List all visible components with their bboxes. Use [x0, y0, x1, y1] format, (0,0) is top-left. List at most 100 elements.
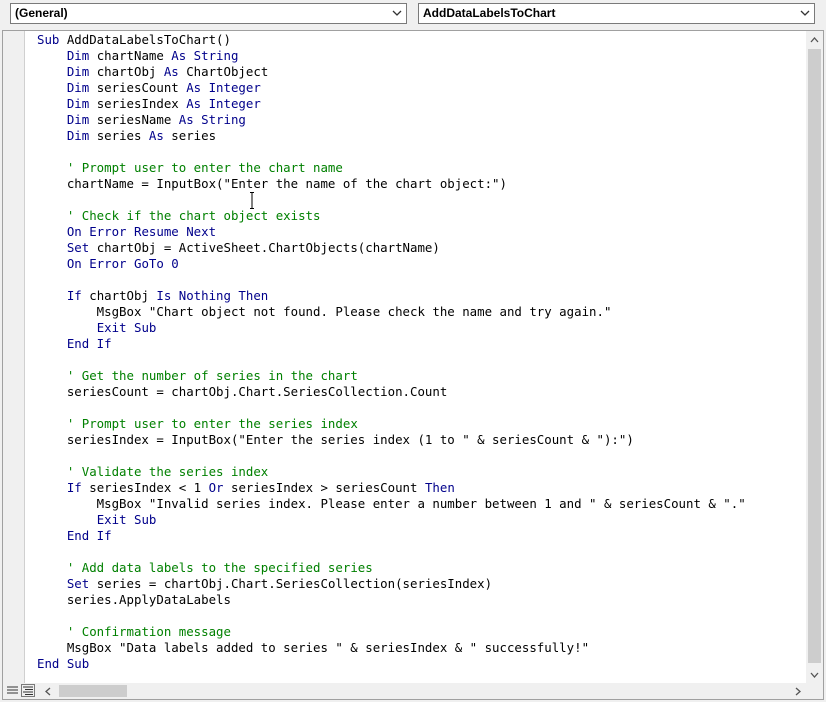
code-line[interactable]: Dim series As series	[37, 128, 807, 144]
code-text: series.ApplyDataLabels	[37, 592, 231, 607]
code-line[interactable]: End Sub	[37, 656, 807, 672]
code-text: seriesCount	[96, 80, 187, 95]
code-line[interactable]: Dim chartObj As ChartObject	[37, 64, 807, 80]
code-keyword: As	[148, 128, 172, 143]
editor-bottom-bar	[3, 683, 823, 699]
code-line[interactable]	[37, 608, 807, 624]
code-keyword: If	[66, 480, 90, 495]
text-cursor-icon	[250, 192, 254, 209]
code-line[interactable]: On Error Resume Next	[37, 224, 807, 240]
code-line[interactable]: chartName = InputBox("Enter the name of …	[37, 176, 807, 192]
scroll-left-icon[interactable]	[39, 683, 56, 699]
code-text: MsgBox "Chart object not found. Please c…	[37, 304, 612, 319]
code-editor[interactable]: Sub AddDataLabelsToChart() Dim chartName…	[2, 30, 824, 700]
code-keyword: Dim	[66, 64, 97, 79]
object-combo[interactable]: (General)	[10, 3, 407, 24]
code-line[interactable]: Sub AddDataLabelsToChart()	[37, 32, 807, 48]
code-line[interactable]: seriesCount = chartObj.Chart.SeriesColle…	[37, 384, 807, 400]
code-line[interactable]: Exit Sub	[37, 512, 807, 528]
vertical-scrollbar[interactable]	[806, 31, 823, 683]
margin-indicator-bar[interactable]	[3, 31, 25, 683]
code-keyword: As	[163, 64, 187, 79]
code-line[interactable]: series.ApplyDataLabels	[37, 592, 807, 608]
code-comment: ' Add data labels to the specified serie…	[66, 560, 373, 575]
code-keyword: As Integer	[186, 96, 261, 111]
code-line[interactable]	[37, 352, 807, 368]
scroll-down-icon[interactable]	[806, 666, 823, 683]
code-line[interactable]: MsgBox "Data labels added to series " & …	[37, 640, 807, 656]
code-keyword: As String	[171, 48, 239, 63]
scroll-right-icon[interactable]	[789, 683, 806, 699]
procedure-combo-value: AddDataLabelsToChart	[423, 6, 556, 20]
code-text: MsgBox "Data labels added to series " & …	[37, 640, 590, 655]
code-line[interactable]: Dim seriesCount As Integer	[37, 80, 807, 96]
code-text: series	[96, 128, 149, 143]
code-line[interactable]: ' Add data labels to the specified serie…	[37, 560, 807, 576]
code-line[interactable]: End If	[37, 528, 807, 544]
procedure-view-icon[interactable]	[5, 684, 19, 697]
code-line[interactable]: End If	[37, 336, 807, 352]
code-line[interactable]: If seriesIndex < 1 Or seriesIndex > seri…	[37, 480, 807, 496]
code-keyword: Exit Sub	[96, 512, 157, 527]
scroll-up-icon[interactable]	[806, 31, 823, 48]
procedure-combo[interactable]: AddDataLabelsToChart	[418, 3, 815, 24]
code-line[interactable]	[37, 144, 807, 160]
code-keyword: End Sub	[37, 656, 90, 671]
code-line[interactable]: ' Validate the series index	[37, 464, 807, 480]
code-line[interactable]: seriesIndex = InputBox("Enter the series…	[37, 432, 807, 448]
code-text: series	[171, 128, 217, 143]
code-line[interactable]	[37, 544, 807, 560]
code-text: seriesIndex > seriesCount	[230, 480, 425, 495]
code-line[interactable]: Dim chartName As String	[37, 48, 807, 64]
code-comment: ' Validate the series index	[66, 464, 269, 479]
full-module-view-icon[interactable]	[21, 684, 35, 697]
code-line[interactable]: On Error GoTo 0	[37, 256, 807, 272]
code-window-toolbar: (General) AddDataLabelsToChart	[0, 0, 826, 30]
code-line[interactable]	[37, 448, 807, 464]
code-keyword: Dim	[66, 96, 97, 111]
vertical-scroll-thumb[interactable]	[808, 49, 821, 663]
code-line[interactable]	[37, 400, 807, 416]
code-keyword: Dim	[66, 80, 97, 95]
code-line[interactable]: Exit Sub	[37, 320, 807, 336]
object-combo-value: (General)	[15, 6, 68, 20]
code-line[interactable]: ' Prompt user to enter the series index	[37, 416, 807, 432]
code-line[interactable]: Set series = chartObj.Chart.SeriesCollec…	[37, 576, 807, 592]
code-line[interactable]: ' Get the number of series in the chart	[37, 368, 807, 384]
code-keyword: Dim	[66, 128, 97, 143]
code-keyword: Or	[208, 480, 231, 495]
code-comment: ' Check if the chart object exists	[66, 208, 321, 223]
code-text: series = chartObj.Chart.SeriesCollection…	[96, 576, 493, 591]
code-text: chartObj	[89, 288, 157, 303]
code-text-area[interactable]: Sub AddDataLabelsToChart() Dim chartName…	[37, 32, 807, 683]
code-line[interactable]: ' Prompt user to enter the chart name	[37, 160, 807, 176]
code-text: chartName	[96, 48, 172, 63]
code-line[interactable]: If chartObj Is Nothing Then	[37, 288, 807, 304]
code-line[interactable]: Set chartObj = ActiveSheet.ChartObjects(…	[37, 240, 807, 256]
code-line[interactable]: Dim seriesIndex As Integer	[37, 96, 807, 112]
code-line[interactable]: ' Confirmation message	[37, 624, 807, 640]
code-keyword: On Error Resume Next	[66, 224, 217, 239]
code-line[interactable]	[37, 272, 807, 288]
code-line[interactable]: ' Check if the chart object exists	[37, 208, 807, 224]
code-text: AddDataLabelsToChart()	[66, 32, 231, 47]
code-line[interactable]: MsgBox "Chart object not found. Please c…	[37, 304, 807, 320]
horizontal-scroll-thumb[interactable]	[59, 685, 127, 697]
code-line[interactable]: MsgBox "Invalid series index. Please ent…	[37, 496, 807, 512]
code-line[interactable]: Dim seriesName As String	[37, 112, 807, 128]
code-line[interactable]	[37, 192, 807, 208]
horizontal-scrollbar[interactable]	[39, 683, 806, 699]
